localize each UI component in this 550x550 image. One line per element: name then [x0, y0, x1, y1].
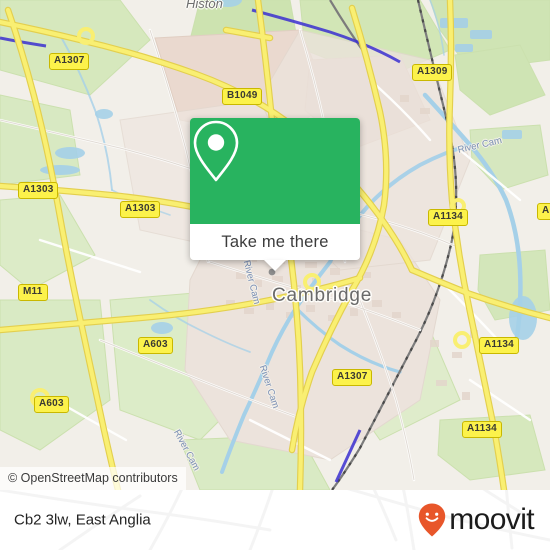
road-shield: A1134 — [479, 337, 519, 354]
map-pin-icon — [193, 120, 239, 182]
road-shield: A1303 — [120, 201, 161, 218]
road-shield: A1307 — [332, 369, 373, 386]
map-canvas[interactable]: A1307 B1049 A1309 A1303 A1303 A1134 A M11 A603 A1… — [0, 0, 550, 490]
place-label-histon: Histon — [186, 0, 223, 11]
road-shield: A1307 — [49, 53, 90, 70]
road-shield: A603 — [34, 396, 69, 413]
road-shield: A1134 — [428, 209, 468, 226]
road-shield: B1049 — [222, 88, 263, 105]
road-shield: A1309 — [412, 64, 453, 81]
callout-action-panel[interactable]: Take me there — [190, 224, 360, 260]
road-shield: M11 — [18, 284, 48, 301]
callout-icon-panel — [190, 118, 360, 224]
osm-attribution[interactable]: © OpenStreetMap contributors — [0, 467, 186, 490]
moovit-map-card: A1307 B1049 A1309 A1303 A1303 A1134 A M11 A603 A1… — [0, 0, 550, 550]
moovit-brand[interactable]: moovit — [417, 502, 535, 538]
place-label-cambridge: Cambridge — [272, 285, 373, 306]
callout-tail — [264, 260, 286, 271]
footer-bar: Cb2 3lw, East Anglia moovit — [0, 490, 550, 550]
road-shield: A — [537, 203, 550, 220]
address-label: Cb2 3lw, East Anglia — [14, 511, 151, 529]
road-shield: A1303 — [18, 182, 59, 199]
take-me-there-label: Take me there — [221, 232, 329, 251]
brand-wordmark: moovit — [449, 503, 534, 536]
destination-callout[interactable]: Take me there — [190, 118, 360, 271]
moovit-pin-smile-icon — [419, 503, 446, 537]
road-shield: A603 — [138, 337, 173, 354]
road-shield: A1134 — [462, 421, 502, 438]
